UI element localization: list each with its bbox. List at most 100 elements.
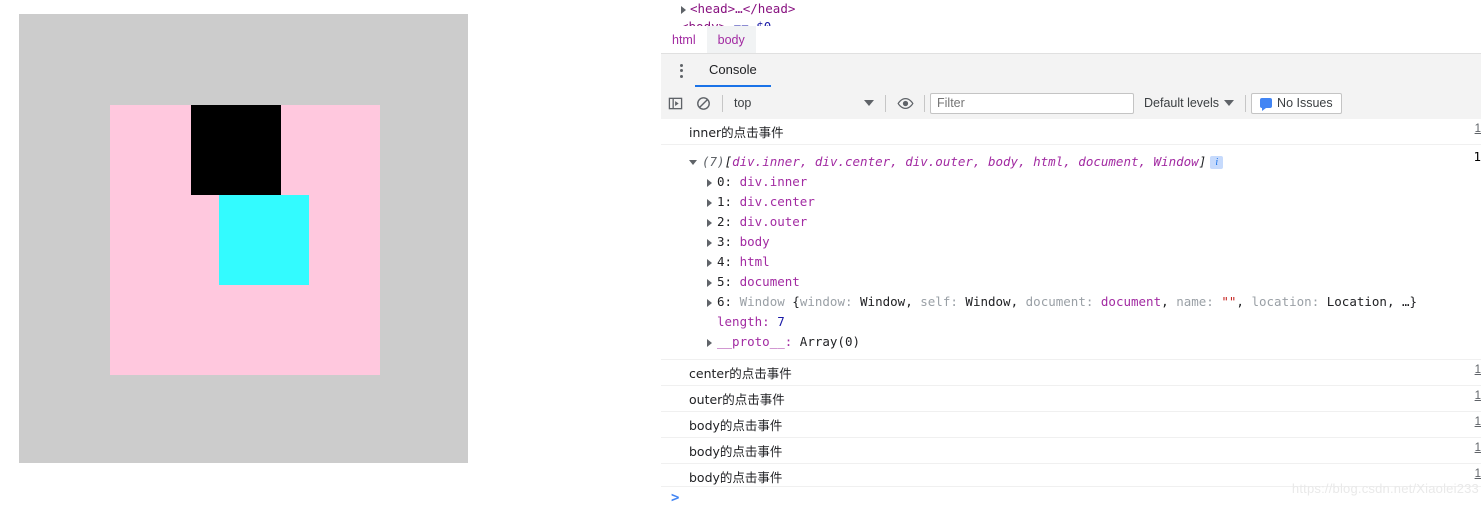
array-entry-value: body	[739, 234, 770, 249]
console-message-text: outer的点击事件	[689, 392, 785, 407]
more-vertical-icon[interactable]	[667, 54, 695, 87]
array-entry-index: 5:	[717, 274, 733, 289]
array-entry-index: 3:	[717, 234, 733, 249]
array-bracket-close: ]	[1198, 154, 1207, 169]
prop-value: document	[1100, 294, 1162, 309]
center-div-box[interactable]	[191, 105, 281, 195]
array-entry[interactable]: 0: div.inner	[661, 172, 1481, 192]
issues-badge[interactable]: No Issues	[1251, 92, 1342, 114]
execution-context-select[interactable]: top	[728, 92, 880, 114]
console-message-row[interactable]: inner的点击事件 1	[661, 119, 1481, 145]
array-entry-index: 1:	[717, 194, 733, 209]
demo-stage	[19, 14, 468, 463]
chevron-down-icon	[864, 100, 874, 106]
console-toolbar: top Default levels No Issues	[661, 87, 1481, 120]
console-source-link[interactable]: 1	[1475, 364, 1481, 376]
expand-triangle-icon[interactable]	[707, 218, 712, 227]
console-message-row[interactable]: body的点击事件 1	[661, 412, 1481, 438]
prop-key: location:	[1251, 294, 1320, 309]
expand-triangle-icon[interactable]	[681, 5, 686, 14]
console-source-link[interactable]: 1	[1475, 123, 1481, 135]
dom-tree-sliver: <head>…</head> <body> == $0	[661, 0, 1481, 26]
array-entry[interactable]: 5: document	[661, 272, 1481, 292]
array-length-line: length: 7	[661, 312, 1481, 332]
drawer-tab-bar: Console	[661, 54, 1481, 88]
log-levels-select[interactable]: Default levels	[1144, 96, 1235, 110]
expand-triangle-icon[interactable]	[707, 238, 712, 247]
eye-icon[interactable]	[891, 87, 919, 119]
ellipsis: …	[735, 1, 743, 16]
console-message-list[interactable]: inner的点击事件 1 1 (7)[div.inner, div.center…	[661, 119, 1481, 486]
expand-triangle-icon[interactable]	[707, 278, 712, 287]
array-entry-value: document	[739, 274, 800, 289]
filter-input[interactable]	[930, 92, 1134, 114]
array-entry-value: html	[739, 254, 770, 269]
array-entry[interactable]: 4: html	[661, 252, 1481, 272]
issues-label: No Issues	[1277, 96, 1333, 110]
array-entry[interactable]: 1: div.center	[661, 192, 1481, 212]
breadcrumb: html body	[661, 26, 1481, 54]
console-source-link[interactable]: 1	[1473, 149, 1481, 164]
toolbar-divider	[1245, 94, 1247, 112]
chevron-down-icon	[1224, 100, 1235, 106]
console-source-link[interactable]: 1	[1475, 468, 1481, 480]
head-close-tag: </head>	[742, 1, 796, 16]
execution-context-value: top	[734, 96, 752, 110]
breadcrumb-item-body[interactable]: body	[706, 26, 756, 53]
array-entry-value: div.center	[739, 194, 815, 209]
array-entry-index: 6:	[717, 294, 733, 309]
expand-triangle-icon[interactable]	[707, 198, 712, 207]
array-entry[interactable]: 2: div.outer	[661, 212, 1481, 232]
tab-console[interactable]: Console	[695, 54, 771, 87]
array-entry-value: div.inner	[739, 174, 808, 189]
console-message-text: center的点击事件	[689, 366, 792, 381]
collapse-triangle-icon[interactable]	[689, 160, 697, 165]
prop-key: document:	[1025, 294, 1094, 309]
proto-value: Array(0)	[799, 334, 861, 349]
watermark: https://blog.csdn.net/Xiaolei233	[1291, 481, 1479, 496]
console-message-row[interactable]: body的点击事件 1	[661, 438, 1481, 464]
prop-value: Location	[1326, 294, 1387, 309]
breadcrumb-item-html[interactable]: html	[661, 26, 707, 53]
prompt-chevron-icon: >	[671, 490, 680, 506]
console-source-link[interactable]: 1	[1475, 442, 1481, 454]
inner-div-box[interactable]	[219, 195, 309, 285]
array-entry-window[interactable]: 6: Window {window: Window, self: Window,…	[661, 292, 1481, 312]
devtools-panel: <head>…</head> <body> == $0 html body Co…	[661, 0, 1481, 509]
outer-div-box[interactable]	[110, 105, 380, 375]
expand-triangle-icon[interactable]	[707, 178, 712, 187]
array-entry-index: 4:	[717, 254, 733, 269]
console-sidebar-icon[interactable]	[661, 87, 689, 119]
prop-value: Window	[965, 294, 1011, 309]
console-message-row[interactable]: outer的点击事件 1	[661, 386, 1481, 412]
toolbar-divider	[885, 94, 886, 112]
array-preview-items: div.inner, div.center, div.outer, body, …	[732, 154, 1199, 169]
expand-triangle-icon[interactable]	[707, 258, 712, 267]
proto-key: __proto__:	[717, 334, 793, 349]
toolbar-divider	[722, 94, 723, 112]
console-message-text: body的点击事件	[689, 444, 783, 459]
console-array-object[interactable]: 1 (7)[div.inner, div.center, div.outer, …	[661, 145, 1481, 360]
length-key: length:	[717, 314, 770, 329]
console-message-text: body的点击事件	[689, 470, 783, 485]
prop-key: name:	[1176, 294, 1214, 309]
dom-node-body-clipped[interactable]: <body> == $0	[681, 19, 771, 26]
issue-flag-icon	[1260, 98, 1273, 111]
prop-value: ""	[1221, 294, 1237, 309]
array-entry-index: 0:	[717, 174, 733, 189]
console-source-link[interactable]: 1	[1475, 390, 1481, 402]
clear-console-icon[interactable]	[689, 87, 717, 119]
array-preview-line[interactable]: (7)[div.inner, div.center, div.outer, bo…	[661, 152, 1481, 172]
array-proto-line[interactable]: __proto__: Array(0)	[661, 332, 1481, 352]
info-icon[interactable]: i	[1210, 156, 1224, 169]
console-source-link[interactable]: 1	[1475, 416, 1481, 428]
array-entry-value: div.outer	[739, 214, 808, 229]
length-value: 7	[777, 314, 785, 329]
expand-triangle-icon[interactable]	[707, 298, 712, 307]
dom-node-head[interactable]: <head>…</head>	[681, 1, 795, 16]
window-ctor: Window	[739, 294, 785, 309]
expand-triangle-icon[interactable]	[707, 338, 712, 347]
console-message-row[interactable]: center的点击事件 1	[661, 360, 1481, 386]
toolbar-divider	[924, 94, 925, 112]
array-entry[interactable]: 3: body	[661, 232, 1481, 252]
